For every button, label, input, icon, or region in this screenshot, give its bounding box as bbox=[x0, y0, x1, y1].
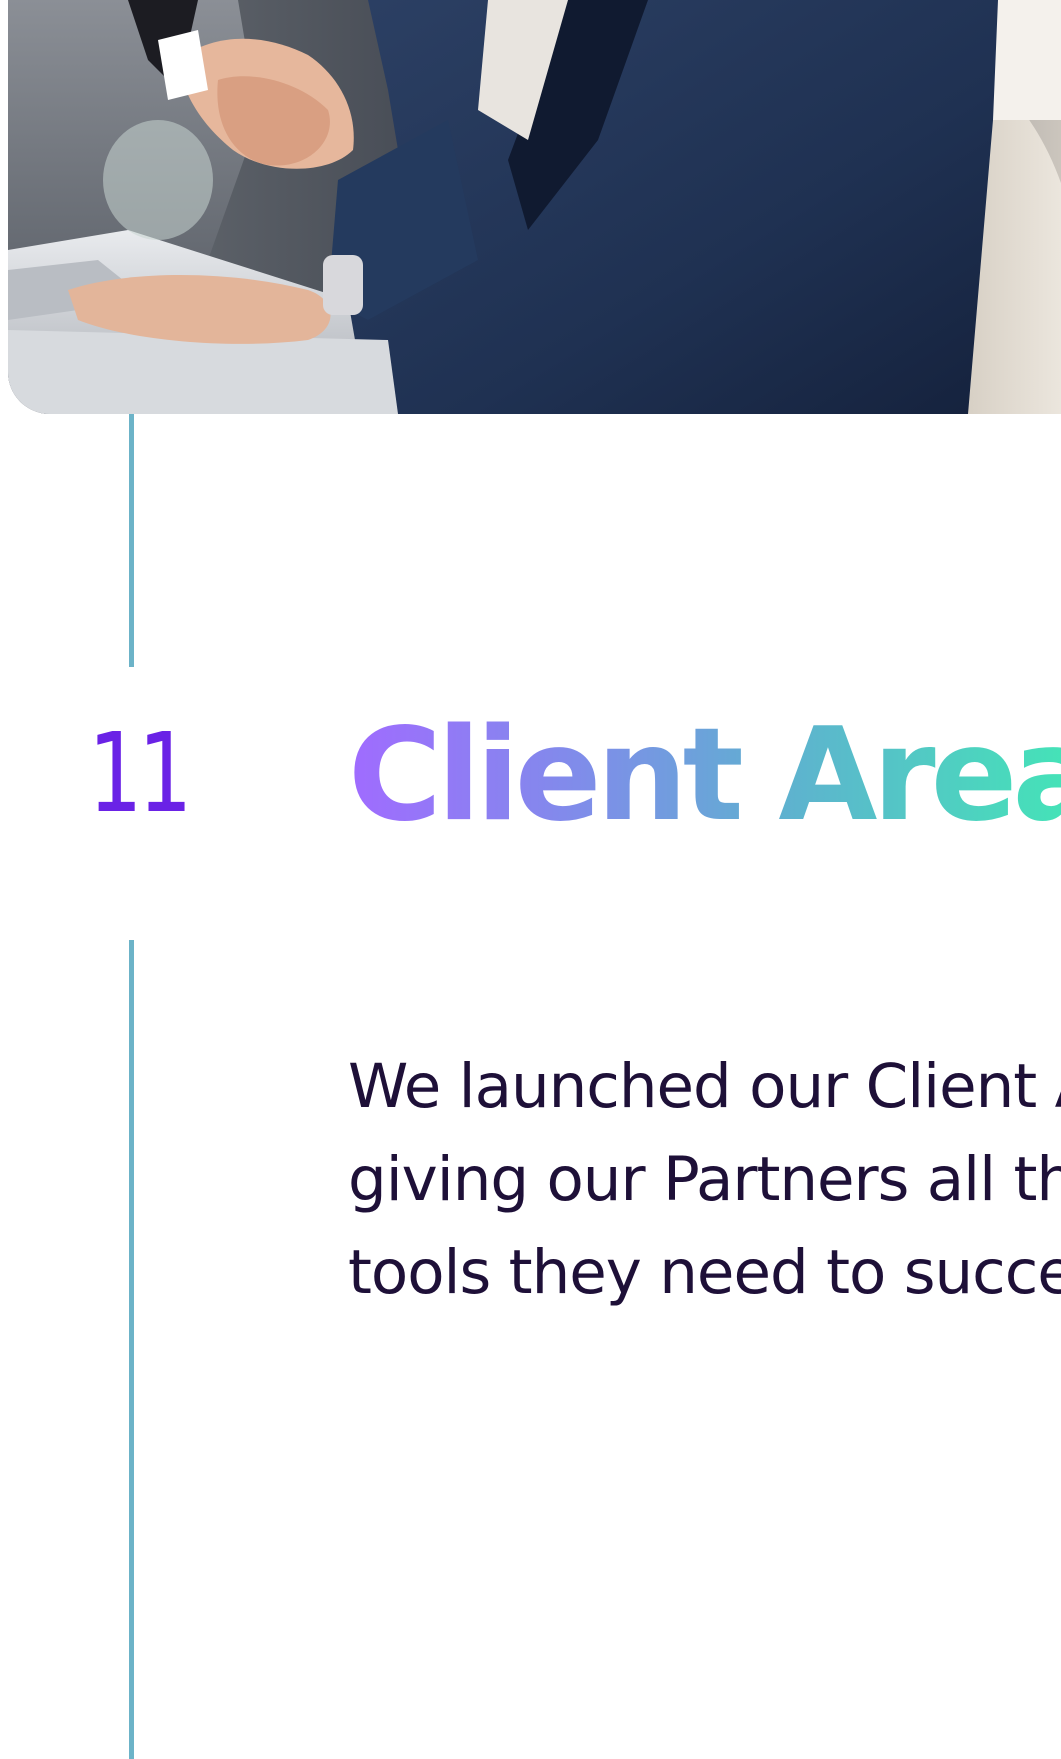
section-title: Client Area bbox=[348, 712, 1061, 840]
section-description: We launched our Client Area, giving our … bbox=[348, 1051, 1061, 1308]
handshake-photo bbox=[8, 0, 1061, 414]
hero-image bbox=[8, 0, 1061, 414]
step-number: 11 bbox=[88, 709, 193, 837]
timeline-line-top bbox=[129, 414, 134, 667]
timeline-page: 11 Client Area We launched our Client Ar… bbox=[0, 0, 1061, 1759]
timeline-line-bottom bbox=[129, 940, 134, 1759]
